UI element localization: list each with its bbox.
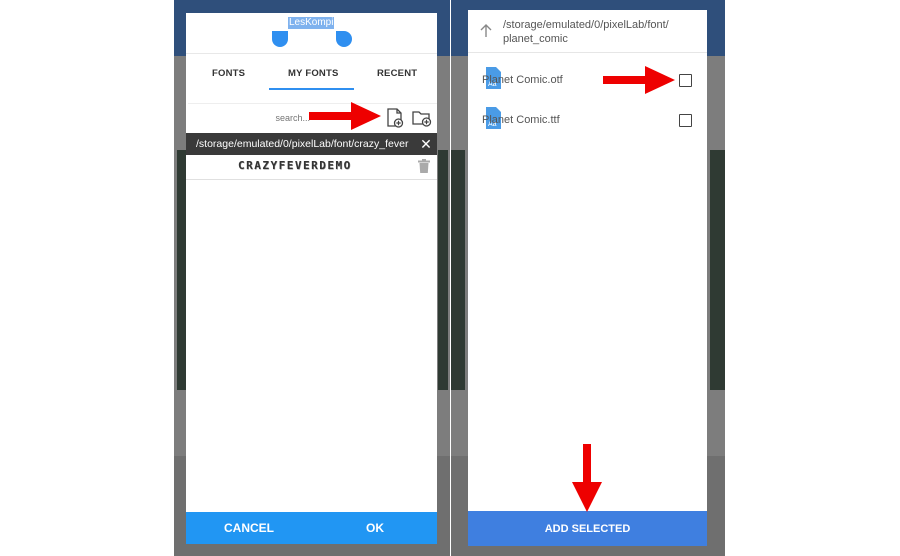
font-list-item[interactable]: CRAZYFEVERDEMO [186,155,437,180]
tab-fonts[interactable]: FONTS [212,68,245,79]
canvas-dimmed-right [710,150,725,390]
add-selected-button[interactable]: ADD SELECTED [468,511,707,546]
font-preview-text: CRAZYFEVERDEMO [238,159,352,172]
current-path-bar: /storage/emulated/0/pixelLab/font/crazy_… [186,133,437,155]
cancel-button[interactable]: CANCEL [224,521,274,535]
canvas-dimmed [451,150,465,390]
folder-path-line-2: planet_comic [503,33,568,45]
close-icon[interactable]: ✕ [419,133,433,155]
file-row[interactable]: Aa Planet Comic.ttf [468,106,707,136]
add-folder-icon[interactable] [412,109,432,132]
font-picker-dialog: LesKompi FONTS MY FONTS RECENT /storage/… [186,13,437,544]
logo-left-blob [272,31,288,47]
add-button-bar: ADD SELECTED [468,511,707,546]
active-tab-indicator [269,88,354,90]
search-input[interactable] [258,108,312,128]
logo-right-blob [336,31,352,47]
ok-button[interactable]: OK [366,521,384,535]
add-file-icon[interactable] [386,108,404,133]
tab-recent[interactable]: RECENT [377,68,417,79]
current-path-text: /storage/emulated/0/pixelLab/font/crazy_… [196,138,409,150]
font-tabs: FONTS MY FONTS RECENT [186,53,437,90]
dialog-button-bar: CANCEL OK [186,512,437,544]
red-arrow-to-checkbox [603,66,675,94]
red-arrow-to-add-selected [572,444,602,512]
header-divider [468,52,707,53]
folder-path-line-1: /storage/emulated/0/pixelLab/font/ [503,19,669,31]
folder-path: /storage/emulated/0/pixelLab/font/ plane… [503,18,669,46]
trash-icon[interactable] [418,159,430,178]
file-checkbox[interactable] [679,114,692,127]
up-arrow-icon[interactable] [480,24,492,43]
logo-text: LesKompi [288,17,335,29]
file-name: Planet Comic.ttf [482,114,560,126]
canvas-dimmed-right [438,150,448,390]
file-name: Planet Comic.otf [482,74,563,86]
canvas-dimmed [177,150,186,390]
tab-my-fonts[interactable]: MY FONTS [288,68,339,79]
file-checkbox[interactable] [679,74,692,87]
red-arrow-to-add-file [309,102,381,130]
